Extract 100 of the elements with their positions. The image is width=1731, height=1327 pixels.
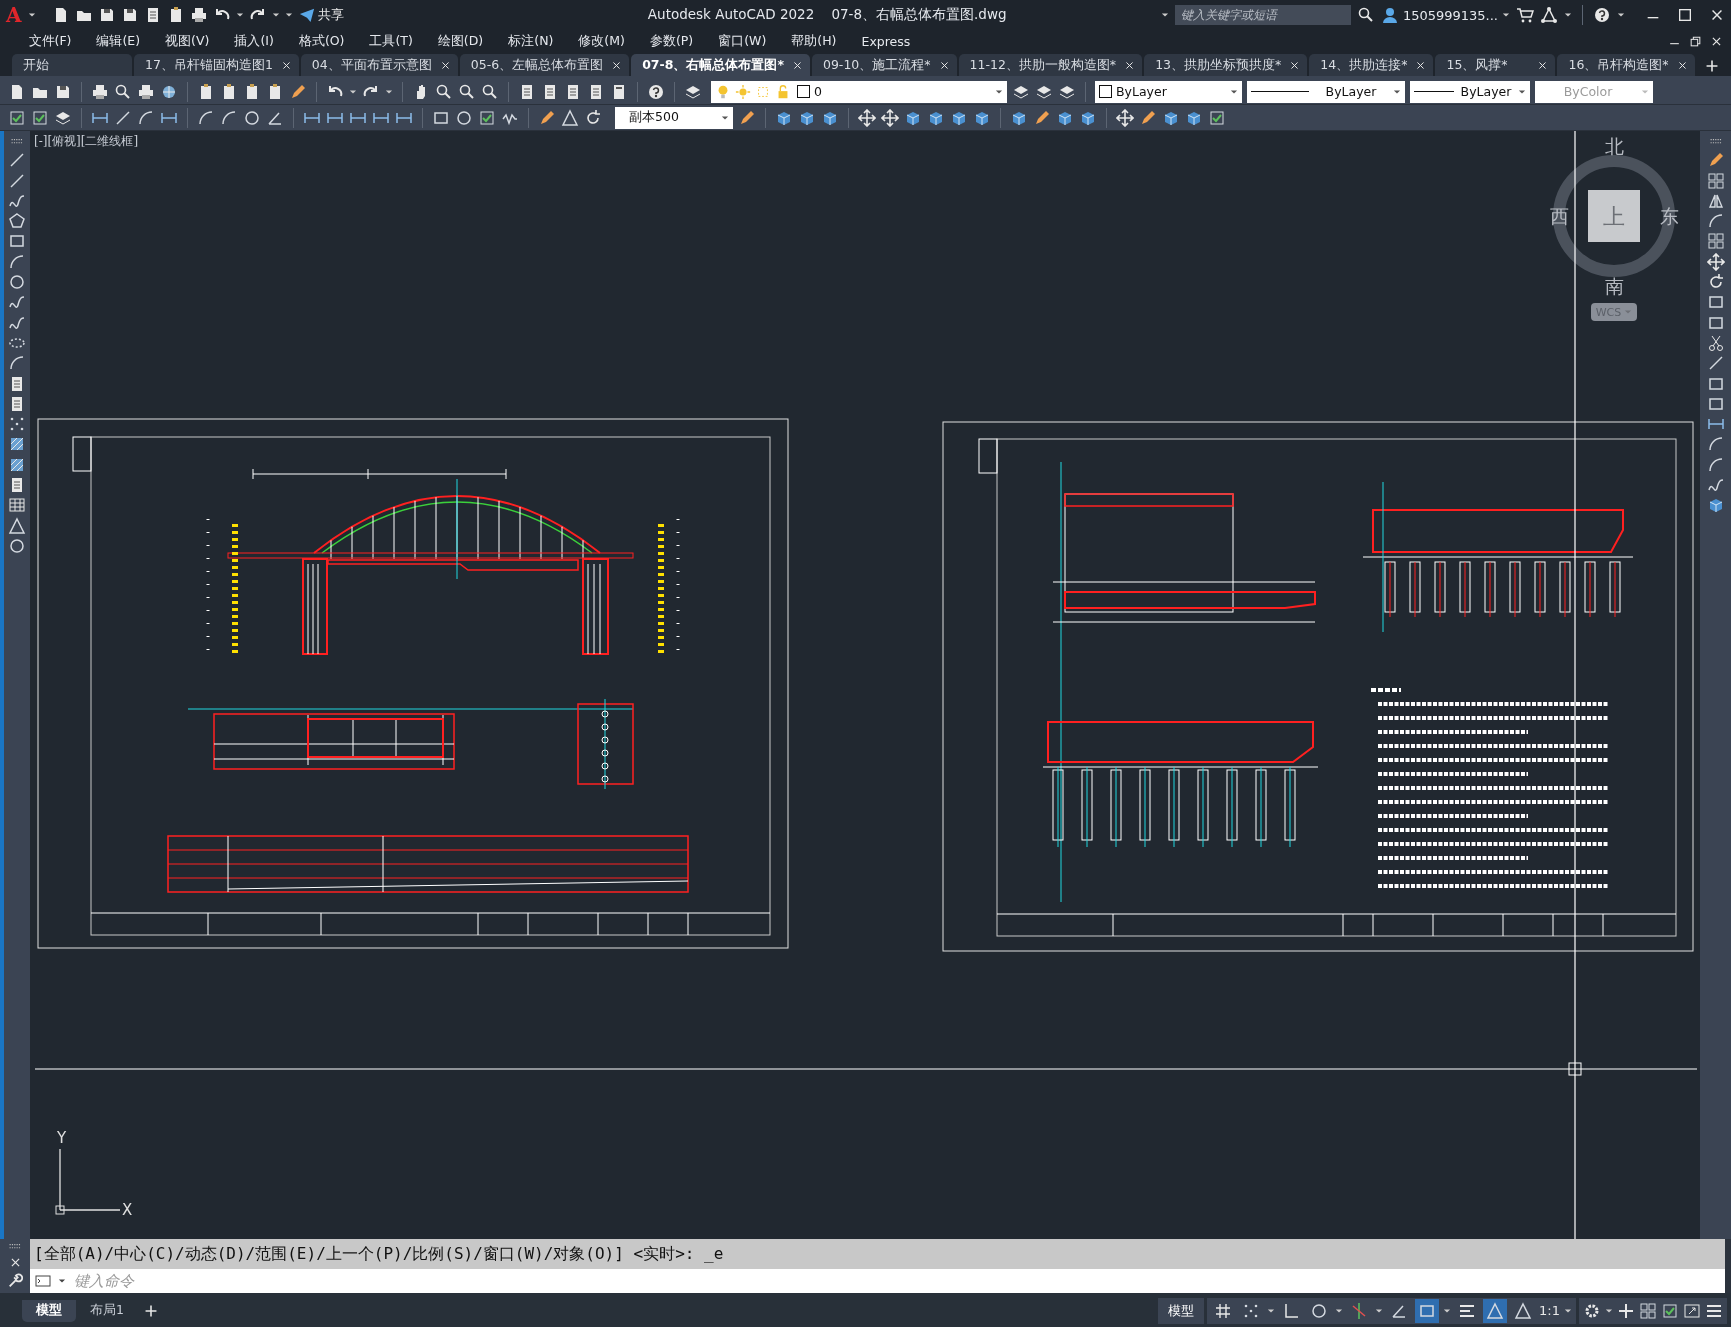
prompt-icon[interactable] <box>34 1272 52 1290</box>
menu-item[interactable]: 绘图(D) <box>425 32 496 50</box>
compass-label[interactable]: 南 <box>1604 275 1624 297</box>
table-icon[interactable] <box>8 496 26 515</box>
close-icon[interactable] <box>611 59 623 71</box>
lineweight-dropdown[interactable]: ByLayer <box>1410 80 1530 103</box>
circle-icon[interactable] <box>243 108 261 127</box>
close-icon[interactable] <box>791 59 803 71</box>
new-tab-icon[interactable] <box>1704 59 1719 73</box>
expand-icon[interactable] <box>1683 1301 1701 1320</box>
menu-item[interactable]: 参数(P) <box>637 32 706 50</box>
menu-item[interactable]: 帮助(H) <box>778 32 849 50</box>
close-icon[interactable] <box>938 59 950 71</box>
pencil-icon[interactable] <box>738 108 756 127</box>
printer-icon[interactable] <box>189 6 208 24</box>
help-icon[interactable] <box>1593 6 1611 24</box>
compass-label[interactable]: 西 <box>1549 205 1569 227</box>
menu-item[interactable]: 文件(F) <box>16 32 84 50</box>
cart-icon[interactable] <box>1516 6 1534 24</box>
close-icon[interactable] <box>1289 59 1301 71</box>
zoom-icon[interactable] <box>114 82 132 101</box>
restore-icon[interactable] <box>1689 34 1702 48</box>
help-icon[interactable] <box>647 82 665 101</box>
search-icon[interactable] <box>1356 6 1375 24</box>
pencil-icon[interactable] <box>1033 108 1051 127</box>
user-icon[interactable] <box>1380 6 1399 24</box>
triangle-icon[interactable] <box>561 108 579 127</box>
annotation-scale-dropdown[interactable]: 副本500 <box>615 106 733 129</box>
layout-tab[interactable]: 布局1 <box>76 1299 138 1322</box>
compass-label[interactable]: 北 <box>1604 135 1624 157</box>
line-icon[interactable] <box>114 108 132 127</box>
file-tab[interactable]: 13、拱肋坐标预拱度* <box>1144 54 1308 76</box>
zoom-icon[interactable] <box>435 82 453 101</box>
color-dropdown[interactable]: ByLayer <box>1095 80 1242 103</box>
file-tab[interactable]: 16、吊杆构造图* <box>1557 54 1695 76</box>
zoom-icon[interactable] <box>458 82 476 101</box>
close-icon[interactable] <box>280 59 292 71</box>
file-tab[interactable]: 17、吊杆锚固构造图1 <box>134 54 299 76</box>
share-button[interactable]: 共享 <box>298 6 344 24</box>
array-icon[interactable] <box>1706 171 1725 190</box>
line-icon[interactable] <box>8 171 26 190</box>
file-tab[interactable]: 09-10、施工流程* <box>811 54 957 76</box>
annotation-scale-button[interactable]: 1:1 <box>1539 1303 1560 1318</box>
menu-item[interactable]: Express <box>849 33 923 49</box>
wrench-icon[interactable] <box>7 1273 23 1289</box>
circle-icon[interactable] <box>8 536 26 555</box>
check-icon[interactable] <box>1661 1301 1679 1320</box>
file-tab[interactable]: 开始 <box>12 54 132 76</box>
close-icon[interactable] <box>1124 59 1136 71</box>
maximize-icon[interactable] <box>1677 7 1693 23</box>
check-icon[interactable] <box>478 108 496 127</box>
array-icon[interactable] <box>1639 1301 1657 1320</box>
printer-icon[interactable] <box>137 82 155 101</box>
menu-item[interactable]: 工具(T) <box>356 32 426 50</box>
arc-icon[interactable] <box>1706 455 1725 474</box>
linetype-dropdown[interactable]: ByLayer <box>1247 80 1405 103</box>
rotate-icon[interactable] <box>584 108 602 127</box>
move-icon[interactable] <box>1116 108 1134 127</box>
check-icon[interactable] <box>31 108 49 127</box>
arc-icon[interactable] <box>137 108 155 127</box>
layer-dropdown[interactable]: 0 <box>711 80 1007 103</box>
move-icon[interactable] <box>1706 252 1725 271</box>
search-field[interactable]: 键入关键字或短语 <box>1174 5 1351 25</box>
circle-icon[interactable] <box>455 108 473 127</box>
file-tab[interactable]: 07-8、右幅总体布置图* <box>631 54 810 76</box>
circle-icon[interactable] <box>8 273 26 292</box>
scissors-icon[interactable] <box>1706 333 1725 352</box>
user-account-button[interactable]: 1505999135... <box>1402 7 1498 23</box>
check-icon[interactable] <box>8 108 26 127</box>
pencil-icon[interactable] <box>289 82 307 101</box>
printer-icon[interactable] <box>91 82 109 101</box>
plus-icon[interactable] <box>1617 1301 1635 1320</box>
annovisibility-toggle[interactable] <box>1483 1298 1508 1323</box>
menu-item[interactable]: 窗口(W) <box>705 32 779 50</box>
compass-label[interactable]: 东 <box>1659 205 1679 227</box>
menu-item[interactable]: 视图(V) <box>152 32 222 50</box>
move-icon[interactable] <box>881 108 899 127</box>
file-tab[interactable]: 11-12、拱肋一般构造图* <box>958 54 1143 76</box>
file-tab[interactable]: 04、平面布置示意图 <box>300 54 458 76</box>
move-icon[interactable] <box>858 108 876 127</box>
check-icon[interactable] <box>1208 108 1226 127</box>
menu-item[interactable]: 标注(N) <box>495 32 566 50</box>
polygon-icon[interactable] <box>8 212 26 231</box>
menu-item[interactable]: 格式(O) <box>286 32 357 50</box>
arc-icon[interactable] <box>8 252 26 271</box>
zoom-icon[interactable] <box>481 82 499 101</box>
new-layout-icon[interactable] <box>143 1303 158 1318</box>
close-icon[interactable] <box>1676 59 1688 71</box>
close-icon[interactable] <box>1537 59 1549 71</box>
layout-tab[interactable]: 模型 <box>22 1299 76 1322</box>
pencil-icon[interactable] <box>1139 108 1157 127</box>
menu-item[interactable]: 修改(M) <box>565 32 638 50</box>
people-icon[interactable] <box>1540 6 1558 24</box>
file-tab[interactable]: 05-6、左幅总体布置图 <box>459 54 630 76</box>
array-icon[interactable] <box>1706 232 1725 251</box>
close-icon[interactable] <box>1415 59 1427 71</box>
file-tab[interactable]: 15、风撑* <box>1435 54 1556 76</box>
file-tab[interactable]: 14、拱肋连接* <box>1309 54 1434 76</box>
arc-icon[interactable] <box>197 108 215 127</box>
arc-icon[interactable] <box>220 108 238 127</box>
